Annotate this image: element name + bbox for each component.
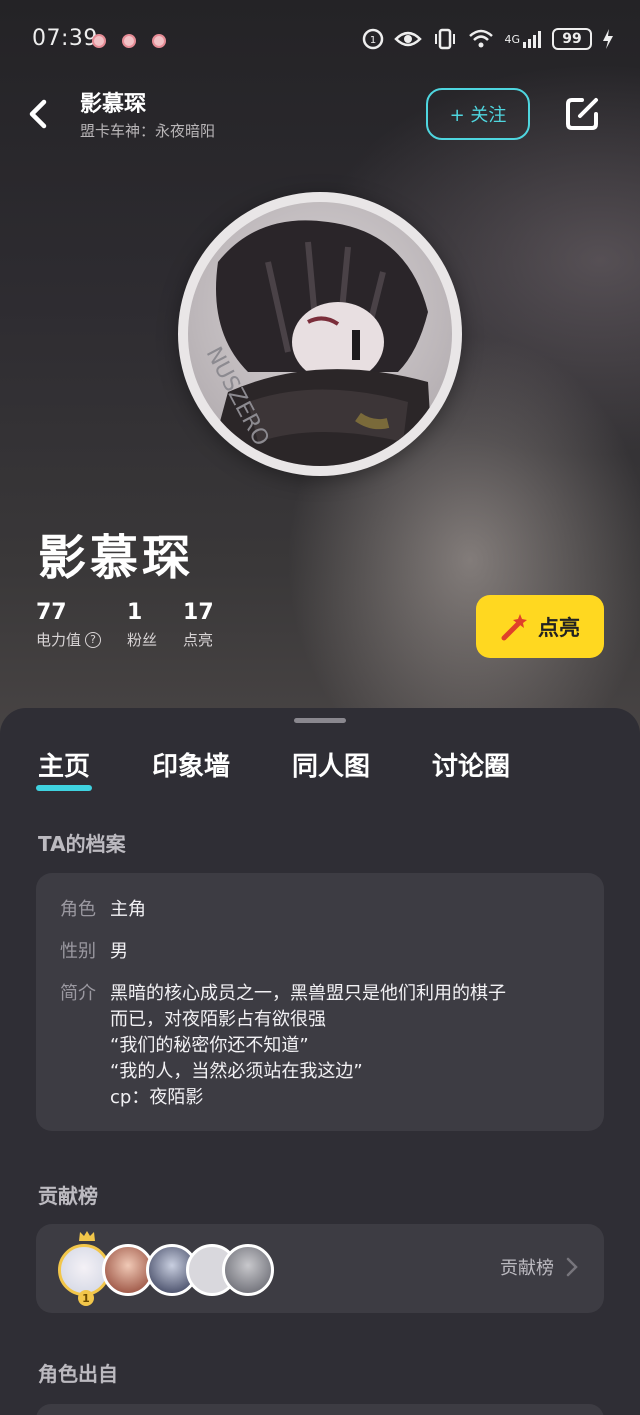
character-portrait: NUSZERO — [188, 202, 452, 466]
profile-name: 影慕琛 — [38, 530, 195, 586]
header-title: 影慕琛 — [80, 92, 147, 117]
vibrate-icon — [432, 26, 458, 52]
tab-impression-wall[interactable]: 印象墙 — [152, 746, 230, 783]
tab-fan-art[interactable]: 同人图 — [292, 746, 370, 783]
tab-bar: 主页 印象墙 同人图 讨论圈 — [35, 746, 510, 791]
charging-icon — [602, 26, 614, 52]
role-row: 角色 主角 — [60, 899, 146, 920]
header-subtitle: 盟卡车神：永夜暗阳 — [80, 122, 216, 140]
drag-handle[interactable] — [294, 718, 346, 723]
intro-row: 简介 黑暗的核心成员之一，黑兽盟只是他们利用的棋子 而已，对夜陌影占有欲很强 “… — [60, 983, 506, 1108]
help-icon[interactable]: ? — [85, 631, 102, 648]
archive-card: 角色 主角 性别 男 简介 黑暗的核心成员之一，黑兽盟只是他们利用的棋子 而已，… — [36, 873, 604, 1131]
edit-icon — [566, 98, 598, 130]
contribution-card[interactable]: 1 贡献榜 — [36, 1224, 604, 1313]
back-button[interactable] — [24, 96, 54, 132]
wifi-icon — [468, 26, 494, 52]
contributor-avatars: 1 — [58, 1231, 318, 1306]
magic-wand-icon — [501, 613, 527, 640]
tab-home[interactable]: 主页 — [35, 746, 93, 791]
chevron-right-icon — [566, 1257, 578, 1277]
contribution-title: 贡献榜 — [38, 1184, 98, 1208]
notification-icon — [92, 34, 106, 48]
do-not-disturb-icon: 1 — [362, 26, 384, 52]
battery-icon: 99 — [552, 28, 592, 50]
contributor-avatar[interactable] — [222, 1244, 274, 1296]
svg-text:1: 1 — [370, 35, 376, 46]
light-up-button[interactable]: 点亮 — [476, 595, 604, 658]
stat-power[interactable]: 77 电力值? — [36, 600, 102, 650]
profile-stats: 77 电力值? 1 粉丝 17 点亮 — [36, 600, 214, 650]
status-time: 07:39 — [32, 26, 98, 51]
follow-button[interactable]: + 关注 — [426, 88, 530, 140]
profile-sheet: 主页 印象墙 同人图 讨论圈 TA的档案 角色 主角 性别 男 简介 黑暗的核心… — [0, 708, 640, 1415]
crown-icon — [79, 1231, 95, 1241]
origin-title: 角色出自 — [38, 1362, 118, 1386]
character-avatar[interactable]: NUSZERO — [178, 192, 462, 476]
notification-icon — [152, 34, 166, 48]
chevron-left-icon — [29, 99, 47, 129]
stat-lights[interactable]: 17 点亮 — [183, 600, 214, 650]
stat-fans[interactable]: 1 粉丝 — [127, 600, 157, 650]
contribution-link[interactable]: 贡献榜 — [500, 1254, 578, 1280]
gender-row: 性别 男 — [60, 941, 128, 962]
signal-icon: 4G — [504, 26, 542, 52]
origin-card[interactable] — [36, 1404, 604, 1415]
notification-icon — [122, 34, 136, 48]
tab-discussion[interactable]: 讨论圈 — [432, 746, 510, 783]
archive-title: TA的档案 — [38, 832, 126, 856]
eye-icon — [394, 26, 423, 52]
status-bar: 07:39 1 4G 99 — [0, 22, 640, 58]
edit-button[interactable] — [562, 94, 602, 134]
rank-badge: 1 — [78, 1290, 94, 1306]
